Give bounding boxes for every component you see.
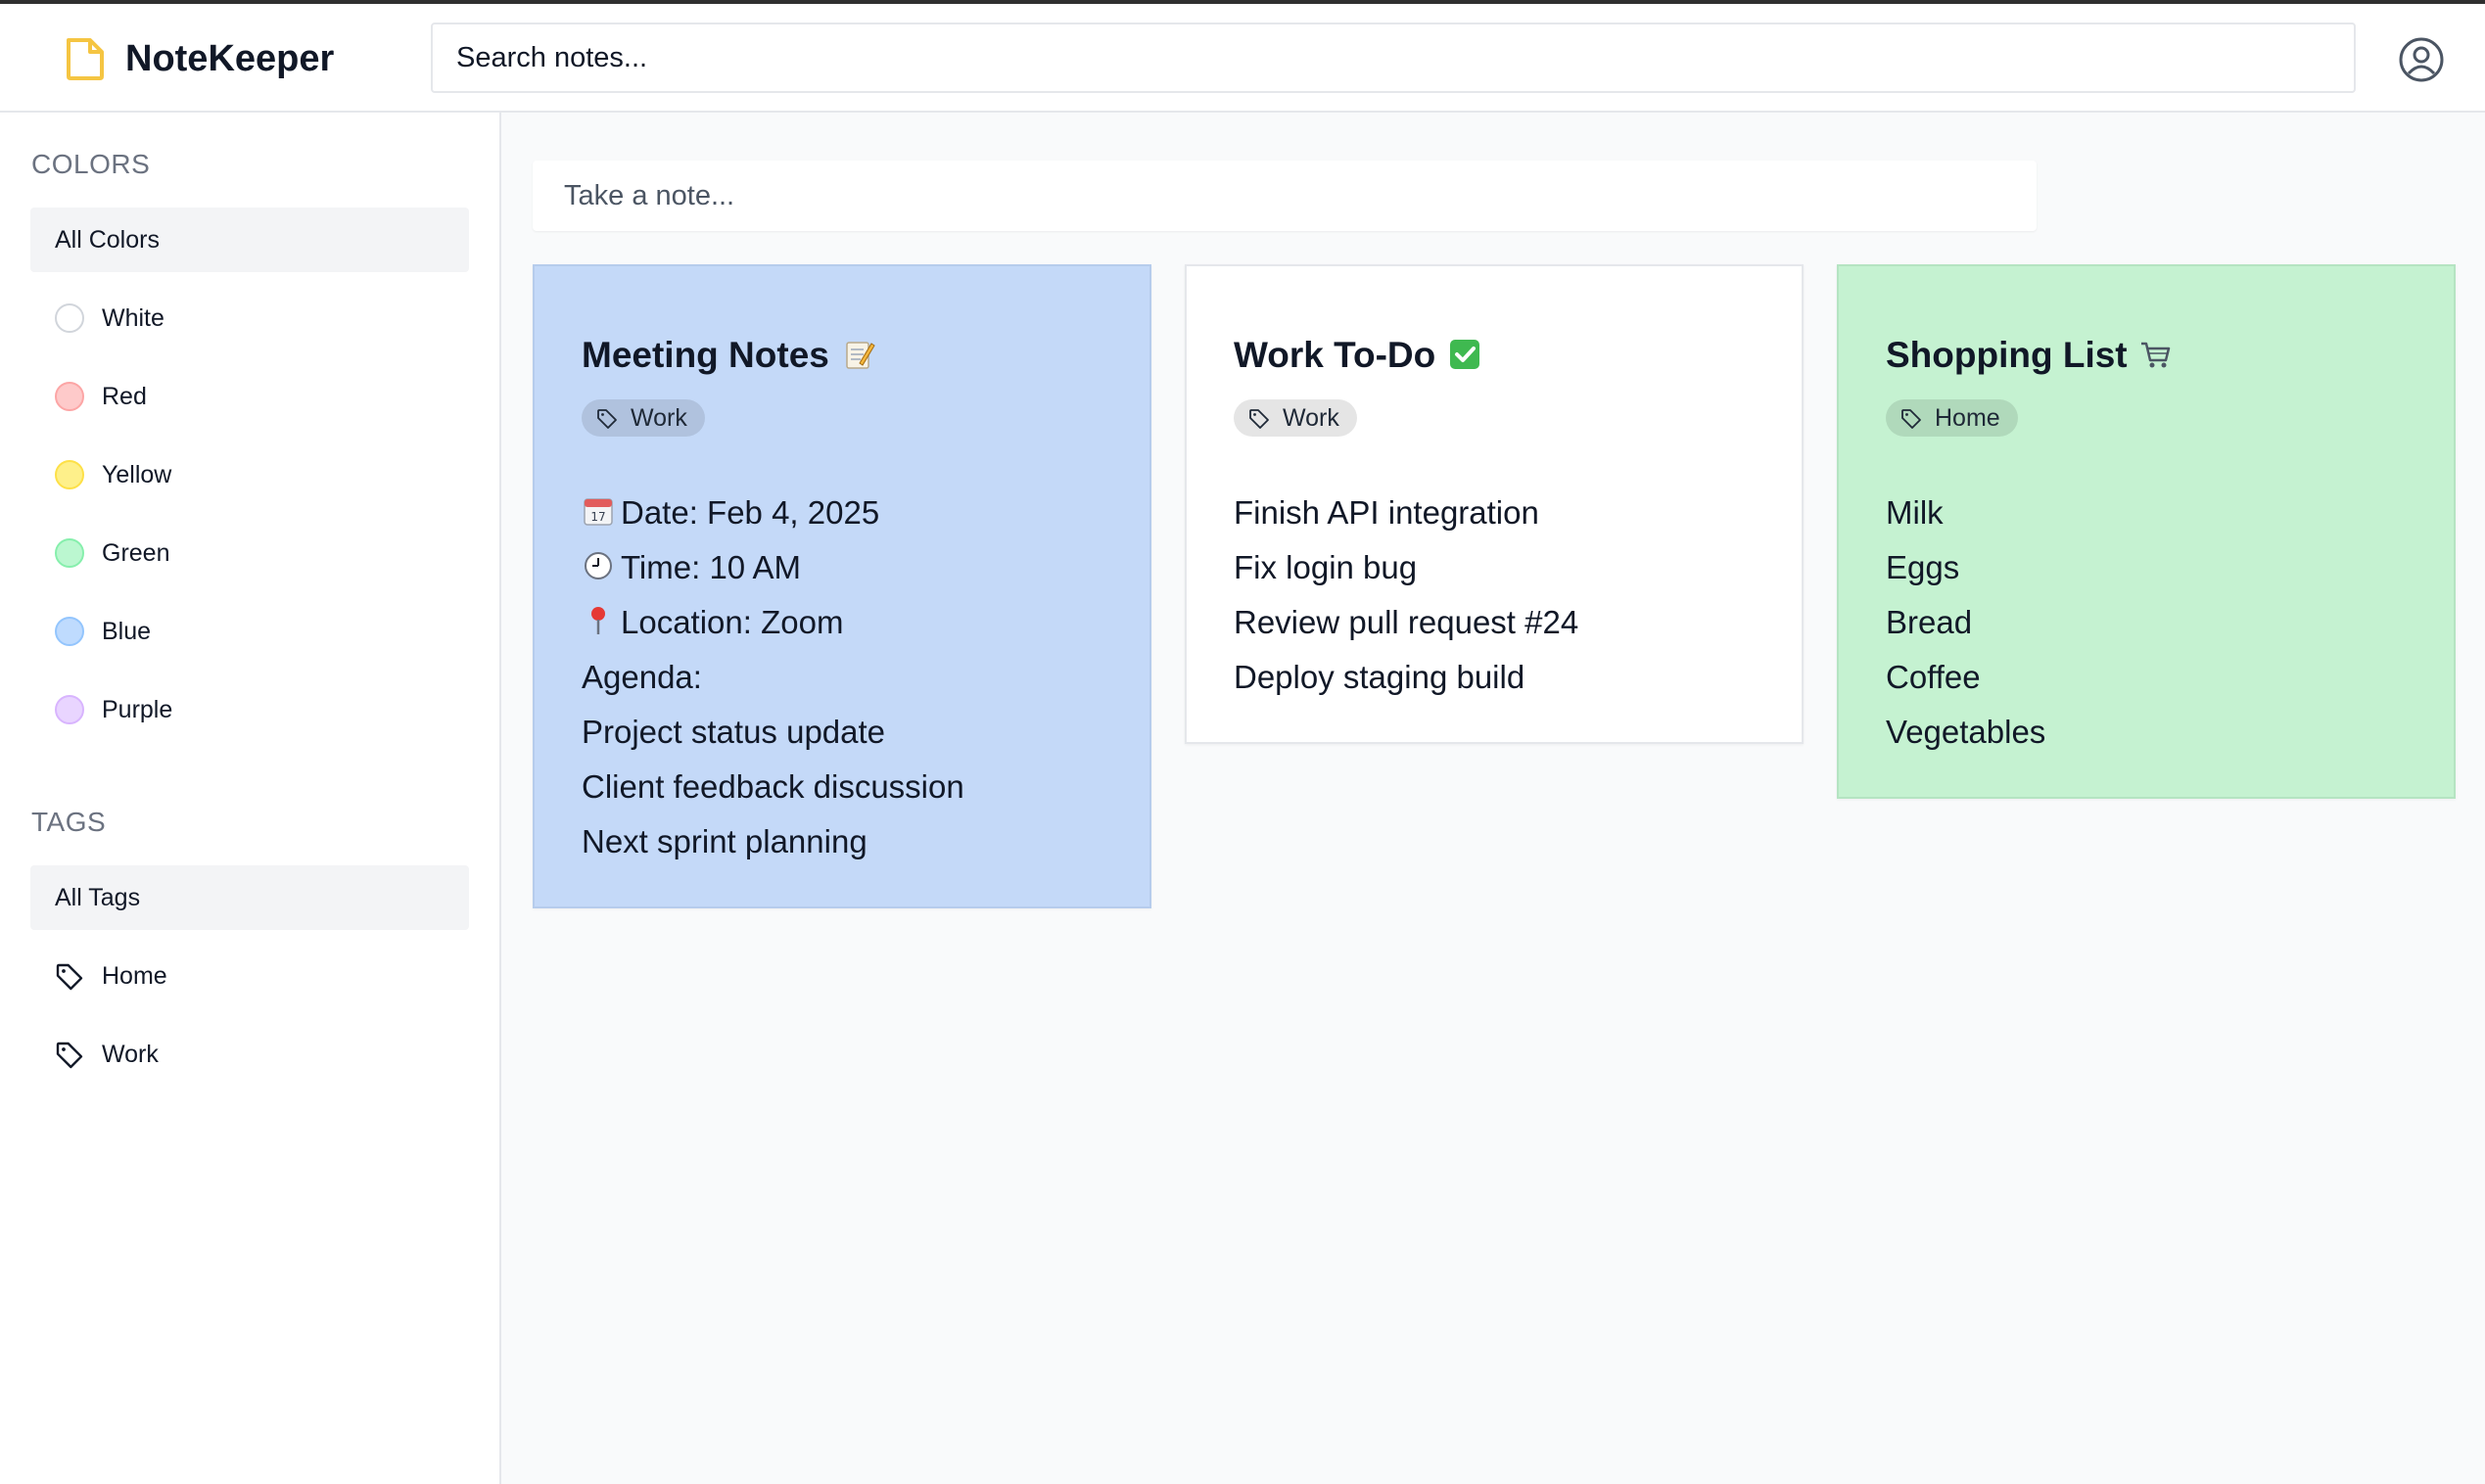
- filter-label: Home: [102, 962, 167, 990]
- note-line: Agenda:: [582, 659, 702, 695]
- take-note-input[interactable]: Take a note...: [533, 161, 2037, 231]
- filter-color-yellow[interactable]: Yellow: [30, 442, 469, 507]
- tag-icon: [56, 1042, 83, 1069]
- note-tag-chip[interactable]: Home: [1886, 399, 2018, 437]
- note-tag-chip[interactable]: Work: [582, 399, 705, 437]
- yellow-swatch-icon: [55, 460, 84, 489]
- note-content: 17 Date: Feb 4, 2025 Time: 10 AM Locatio…: [582, 486, 964, 869]
- note-card-meeting-notes[interactable]: Meeting Notes Work 17 Date: Feb 4, 2025: [533, 264, 1151, 908]
- note-card-work-todo[interactable]: Work To-Do Work Finish API integration F…: [1185, 264, 1804, 744]
- tag-icon: [597, 409, 617, 429]
- tag-icon: [1901, 409, 1921, 429]
- user-avatar-icon[interactable]: [2398, 36, 2445, 83]
- tag-icon: [56, 963, 83, 991]
- pin-emoji-icon: [591, 607, 605, 634]
- note-line: Coffee: [1886, 659, 1981, 695]
- note-line: Location: Zoom: [582, 595, 964, 650]
- note-line: Fix login bug: [1234, 549, 1418, 585]
- purple-swatch-icon: [55, 695, 84, 724]
- red-swatch-icon: [55, 382, 84, 411]
- note-line: 17 Date: Feb 4, 2025: [582, 486, 964, 540]
- note-line: Finish API integration: [1234, 494, 1539, 531]
- note-content: Finish API integration Fix login bug Rev…: [1234, 486, 1578, 705]
- svg-text:17: 17: [590, 510, 605, 524]
- note-line-text: Time: 10 AM: [621, 549, 801, 585]
- filter-label: Green: [102, 539, 170, 567]
- app-title: NoteKeeper: [125, 38, 335, 79]
- filter-tag-work[interactable]: Work: [30, 1022, 469, 1087]
- filter-color-green[interactable]: Green: [30, 521, 469, 585]
- filter-label: Purple: [102, 696, 173, 723]
- filter-all-colors[interactable]: All Colors: [30, 208, 469, 272]
- note-line: Next sprint planning: [582, 823, 867, 859]
- note-tag-label: Home: [1935, 404, 2000, 432]
- sidebar: COLORS All Colors White Red Yellow Green…: [0, 113, 501, 1484]
- note-tag-chip[interactable]: Work: [1234, 399, 1357, 437]
- filter-all-tags[interactable]: All Tags: [30, 865, 469, 930]
- note-line: Review pull request #24: [1234, 604, 1579, 640]
- filter-tag-home[interactable]: Home: [30, 944, 469, 1008]
- note-title-text: Work To-Do: [1234, 335, 1436, 375]
- note-line: Client feedback discussion: [582, 768, 964, 805]
- filter-label: Blue: [102, 618, 152, 645]
- check-mark-emoji-icon: [1449, 340, 1479, 369]
- note-content: Milk Eggs Bread Coffee Vegetables: [1886, 486, 2045, 760]
- green-swatch-icon: [55, 538, 84, 568]
- colors-section-title: COLORS: [31, 149, 151, 179]
- note-logo-icon: [67, 38, 104, 80]
- note-tag-label: Work: [1283, 404, 1339, 432]
- note-line: Eggs: [1886, 549, 1960, 585]
- tags-section-title: TAGS: [31, 807, 107, 837]
- cart-emoji-icon: [2140, 342, 2171, 368]
- blue-swatch-icon: [55, 617, 84, 646]
- note-title-text: Shopping List: [1886, 335, 2128, 375]
- filter-label: Yellow: [102, 461, 172, 488]
- filter-label: Work: [102, 1041, 159, 1068]
- white-swatch-icon: [55, 303, 84, 333]
- tag-icon: [1249, 409, 1269, 429]
- filter-label: White: [102, 304, 164, 332]
- note-line: Milk: [1886, 494, 1944, 531]
- note-line: Bread: [1886, 604, 1973, 640]
- note-line-text: Date: Feb 4, 2025: [621, 494, 880, 531]
- note-title: Work To-Do: [1234, 331, 1487, 380]
- note-tag-label: Work: [631, 404, 687, 432]
- memo-emoji-icon: [846, 342, 875, 369]
- note-title-text: Meeting Notes: [582, 335, 829, 375]
- filter-color-blue[interactable]: Blue: [30, 599, 469, 664]
- note-title: Shopping List: [1886, 331, 2179, 380]
- filter-color-white[interactable]: White: [30, 286, 469, 350]
- note-title: Meeting Notes: [582, 331, 882, 380]
- note-line: Deploy staging build: [1234, 659, 1525, 695]
- app-header: NoteKeeper: [0, 4, 2485, 113]
- note-line-text: Location: Zoom: [621, 604, 844, 640]
- note-line: Time: 10 AM: [582, 540, 964, 595]
- filter-color-purple[interactable]: Purple: [30, 677, 469, 742]
- note-line: Vegetables: [1886, 714, 2046, 750]
- clock-emoji-icon: [585, 552, 612, 580]
- note-line: Project status update: [582, 714, 886, 750]
- filter-label: Red: [102, 383, 147, 410]
- calendar-emoji-icon: 17: [584, 498, 613, 526]
- note-card-shopping-list[interactable]: Shopping List Home Milk Eggs Bread Coffe…: [1837, 264, 2456, 799]
- filter-color-red[interactable]: Red: [30, 364, 469, 429]
- search-input[interactable]: [431, 23, 2356, 93]
